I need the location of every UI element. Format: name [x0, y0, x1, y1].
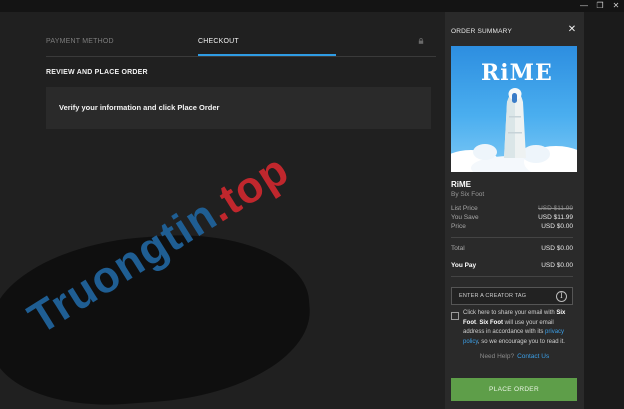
section-title: REVIEW AND PLACE ORDER: [46, 69, 148, 76]
list-price-row: List Price USD $11.99: [451, 205, 573, 212]
verify-info-box: Verify your information and click Place …: [46, 87, 431, 129]
share-email-text: Click here to share your email with Six …: [463, 309, 575, 347]
you-save-row: You Save USD $11.99: [451, 214, 573, 221]
verify-text: Verify your information and click Place …: [59, 103, 220, 112]
you-save-value: USD $11.99: [538, 214, 573, 221]
game-cover-art: RiME: [451, 46, 577, 172]
close-window-button[interactable]: ✕: [608, 0, 624, 12]
you-pay-label: You Pay: [451, 262, 477, 269]
restore-button[interactable]: ❐: [592, 0, 608, 12]
price-label: Price: [451, 223, 466, 230]
cover-logo: RiME: [481, 60, 553, 86]
minimize-button[interactable]: —: [576, 0, 592, 12]
help-line: Need Help? Contact Us: [445, 353, 584, 360]
need-help-text: Need Help?: [479, 353, 515, 360]
share-seller-name: Six Foot: [479, 319, 504, 326]
checkout-main-panel: PAYMENT METHOD CHECKOUT REVIEW AND PLACE…: [0, 12, 445, 409]
total-value: USD $0.00: [541, 245, 573, 252]
price-value: USD $0.00: [541, 223, 573, 230]
order-summary-panel: ORDER SUMMARY ✕ RiME RiME By Six Foot Li…: [445, 12, 584, 409]
price-row: Price USD $0.00: [451, 223, 573, 230]
checkout-tabs: PAYMENT METHOD CHECKOUT: [46, 24, 436, 58]
share-text-post: , so we encourage you to read it.: [477, 338, 565, 345]
game-developer: By Six Foot: [451, 191, 485, 198]
share-email-checkbox[interactable]: [451, 312, 459, 320]
lock-icon: [418, 38, 424, 44]
close-icon[interactable]: ✕: [567, 25, 577, 35]
creator-tag-input[interactable]: ENTER A CREATOR TAG i: [451, 287, 573, 305]
window-titlebar: — ❐ ✕: [0, 0, 624, 12]
info-icon[interactable]: i: [556, 291, 567, 302]
right-gutter: [584, 12, 624, 409]
summary-divider: [451, 237, 573, 238]
game-title: RiME: [451, 180, 471, 189]
contact-us-link[interactable]: Contact Us: [517, 353, 549, 360]
tab-checkout[interactable]: CHECKOUT: [198, 38, 239, 45]
you-pay-value: USD $0.00: [541, 262, 573, 269]
share-text-pre: Click here to share your email with: [463, 310, 557, 316]
order-summary-title: ORDER SUMMARY: [451, 28, 512, 35]
place-order-button[interactable]: PLACE ORDER: [451, 378, 577, 401]
total-row: Total USD $0.00: [451, 245, 573, 252]
tab-payment-method[interactable]: PAYMENT METHOD: [46, 38, 114, 45]
summary-divider: [451, 276, 573, 277]
list-price-value: USD $11.99: [538, 205, 573, 212]
total-label: Total: [451, 245, 465, 252]
tab-divider: [46, 56, 436, 57]
list-price-label: List Price: [451, 205, 478, 212]
creator-tag-placeholder: ENTER A CREATOR TAG: [459, 293, 527, 299]
you-save-label: You Save: [451, 214, 479, 221]
you-pay-row: You Pay USD $0.00: [451, 262, 573, 269]
